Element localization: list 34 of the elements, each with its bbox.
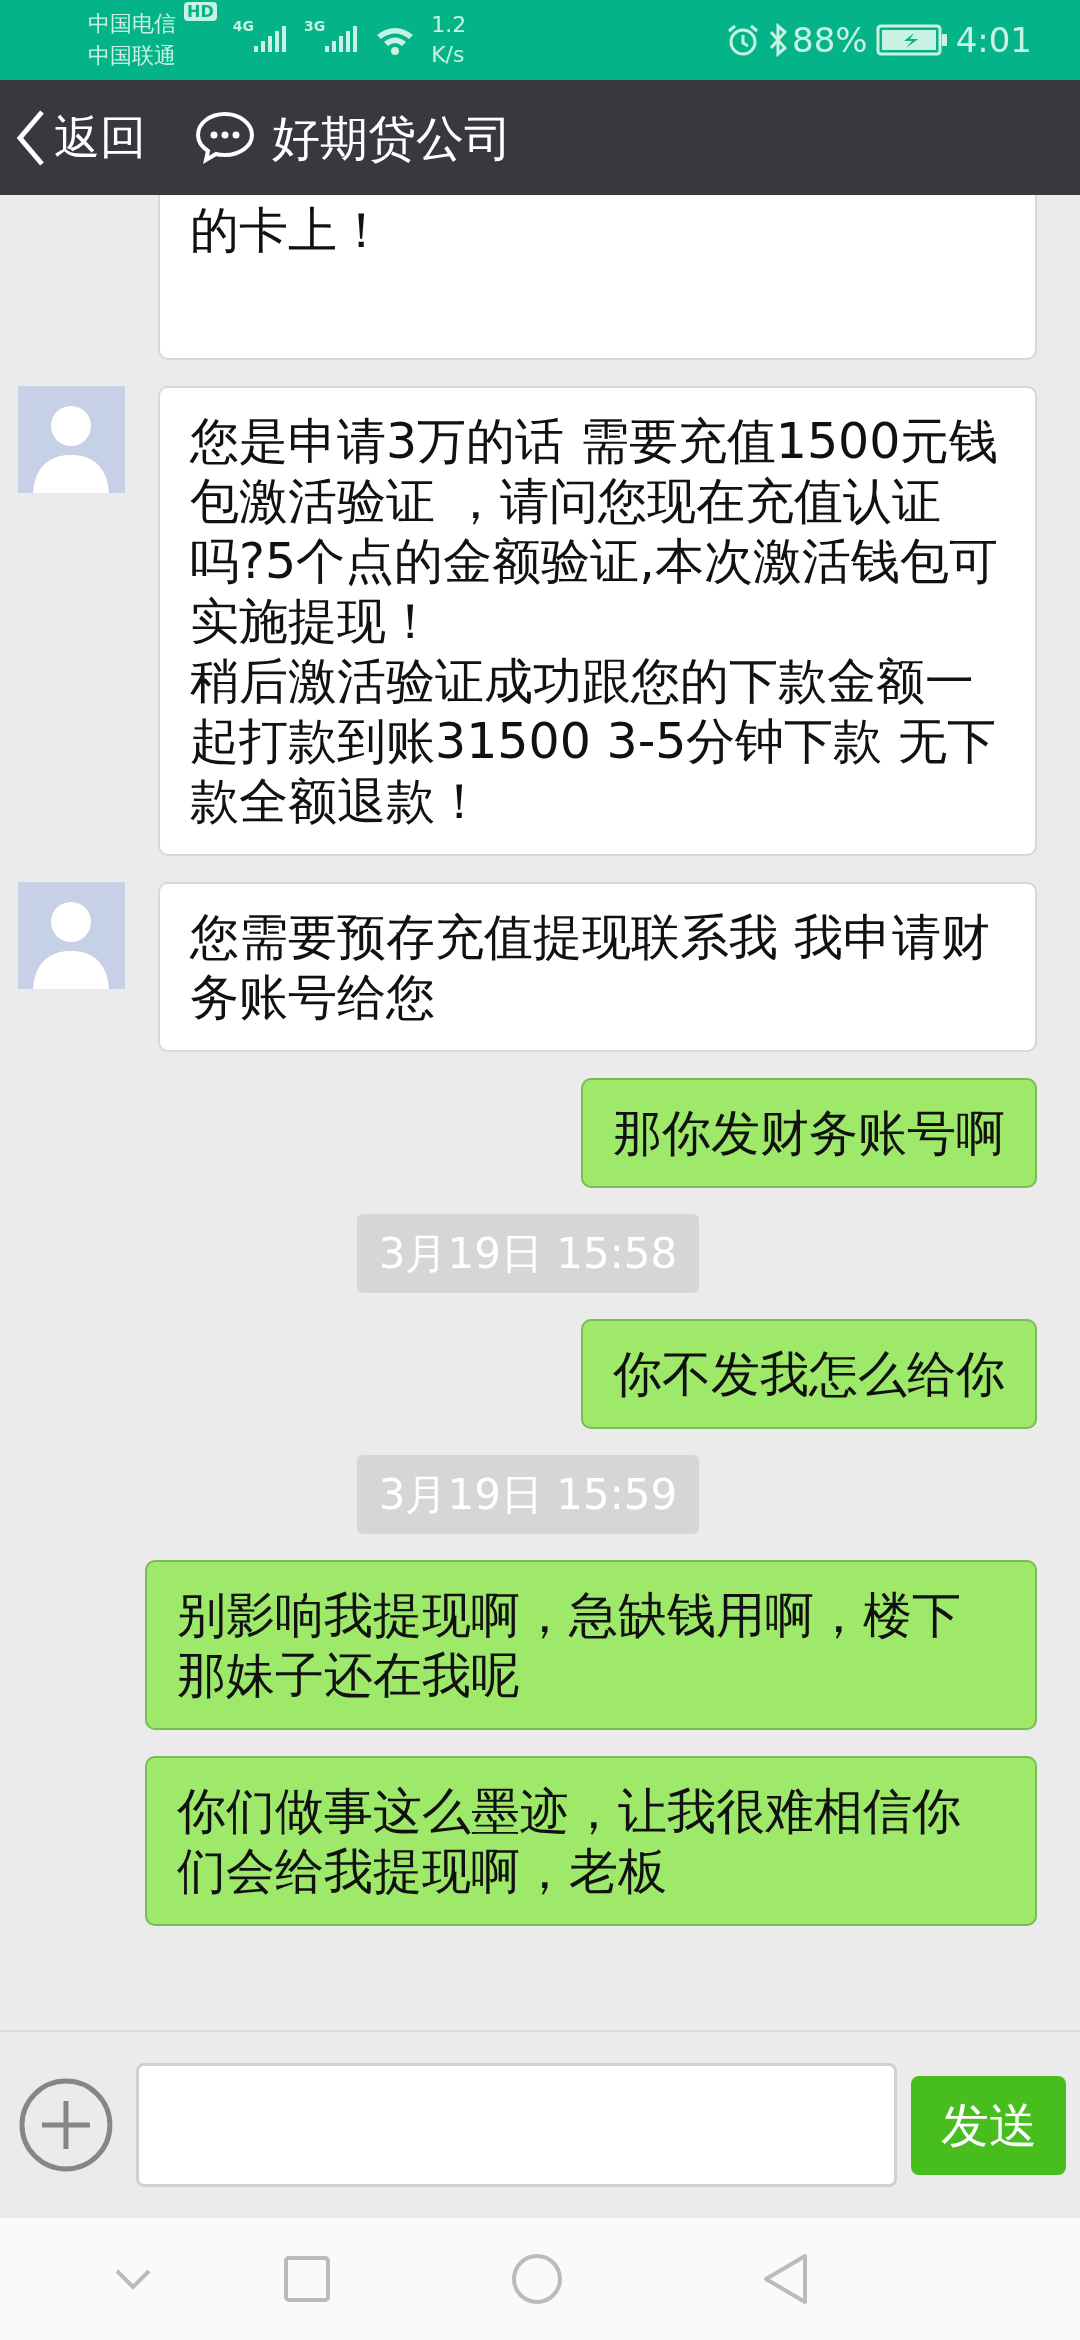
back-nav-icon[interactable]: [763, 2253, 809, 2305]
carrier-label: 中国电信: [88, 10, 176, 38]
home-icon[interactable]: [511, 2253, 563, 2305]
speed-label: K/s: [431, 41, 466, 69]
chat-title: 好期贷公司: [272, 108, 512, 168]
message-bubble: 你们做事这么墨迹，让我很难相信你们会给我提现啊，老板: [145, 1756, 1037, 1926]
recent-apps-icon[interactable]: [283, 2255, 331, 2303]
message-bubble: 你不发我怎么给你: [581, 1319, 1037, 1429]
wifi-icon: [375, 25, 416, 55]
avatar-icon: [18, 882, 125, 989]
battery-icon: [875, 23, 948, 57]
collapse-icon[interactable]: [113, 2267, 153, 2291]
back-button[interactable]: 返回: [0, 103, 146, 172]
clock: 4:01: [955, 18, 1032, 62]
battery-percent: 88%: [792, 18, 868, 62]
message-text: 您需要预存充值提现联系我 我申请财务账号给您: [190, 908, 991, 1028]
speed-label: 1.2: [431, 11, 467, 39]
signal-icon: [253, 26, 288, 54]
signal-icon: [325, 26, 360, 54]
carrier-label: 中国联通: [88, 42, 176, 70]
network-label: 4G: [232, 17, 254, 36]
message-input[interactable]: [135, 2063, 898, 2187]
add-icon: [18, 2077, 114, 2173]
message-bubble: 别影响我提现啊，急缺钱用啊，楼下那妹子还在我呢: [145, 1560, 1037, 1730]
chat-icon: [194, 109, 256, 166]
message-text: 您是申请3万的话 需要充值1500元钱包激活验证 ，请问您现在充值认证吗?5个点的金额验证,本次激活钱包可实施提现！: [190, 412, 1000, 652]
network-label: 3G: [303, 17, 326, 36]
avatar-icon: [18, 386, 125, 493]
hd-badge: HD: [184, 2, 217, 21]
message-text: 稍后激活验证成功跟您的下款金额一起打款到账31500 3-5分钟下款 无下款全额退款！: [190, 652, 998, 832]
alarm-icon: [726, 23, 761, 57]
message-text: 的卡上！: [190, 201, 387, 261]
message-bubble: 那你发财务账号啊: [581, 1078, 1037, 1188]
bluetooth-icon: [768, 23, 789, 57]
